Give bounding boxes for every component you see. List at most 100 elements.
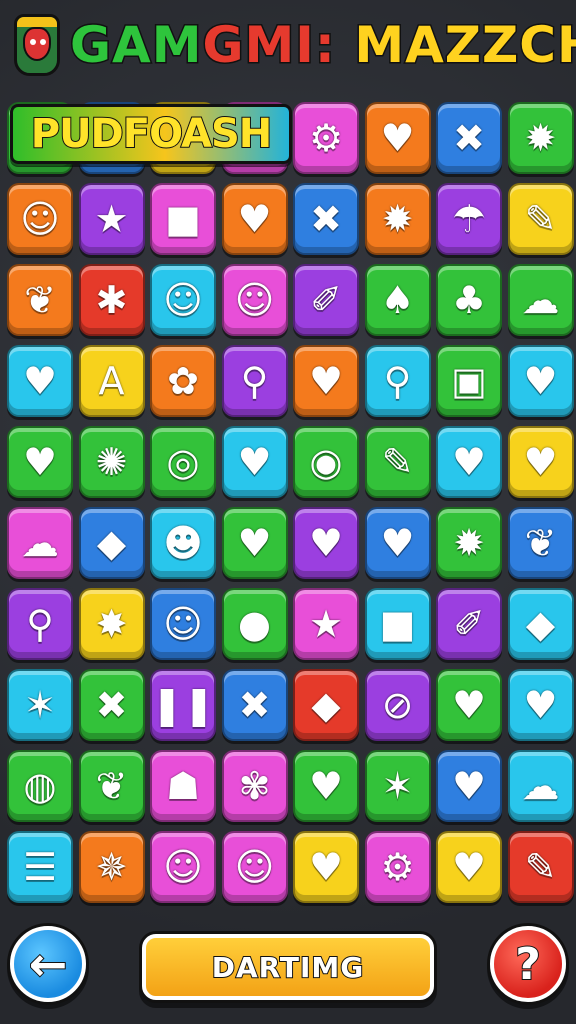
- star-icon: ✹: [524, 116, 557, 160]
- game-tile[interactable]: ✺: [78, 426, 145, 498]
- game-tile[interactable]: ♥: [293, 507, 359, 579]
- heart-icon: ♥: [22, 359, 58, 403]
- asterisk-icon: ✱: [95, 278, 128, 322]
- help-button[interactable]: ?: [490, 926, 566, 1002]
- game-tile[interactable]: ❦: [507, 507, 574, 579]
- game-tile[interactable]: ⚙: [364, 831, 431, 903]
- game-tile[interactable]: ☺: [150, 588, 216, 660]
- game-tile[interactable]: ✖: [78, 669, 145, 741]
- game-tile[interactable]: ✾: [221, 750, 288, 822]
- game-tile[interactable]: ♥: [364, 507, 431, 579]
- game-tile[interactable]: ⚙: [293, 102, 359, 174]
- game-tile[interactable]: ✸: [78, 588, 145, 660]
- star-icon: ✶: [24, 683, 56, 727]
- game-tile[interactable]: ✵: [78, 831, 145, 903]
- game-tile[interactable]: ✖: [221, 669, 288, 741]
- leaf-icon: ❦: [95, 764, 128, 808]
- game-tile[interactable]: ◆: [507, 588, 574, 660]
- game-tile[interactable]: ✶: [7, 669, 73, 741]
- start-button[interactable]: DARTIMG: [142, 934, 434, 1000]
- game-tile[interactable]: ☂: [436, 183, 502, 255]
- game-tile[interactable]: ⚲: [364, 345, 431, 417]
- game-tile[interactable]: ✎: [507, 183, 574, 255]
- game-tile[interactable]: ☺: [221, 264, 288, 336]
- game-tile[interactable]: ⊘: [364, 669, 431, 741]
- game-tile[interactable]: ▣: [436, 345, 502, 417]
- game-tile[interactable]: A: [78, 345, 145, 417]
- game-tile[interactable]: ◍: [7, 750, 73, 822]
- heart-icon: ♥: [523, 440, 558, 484]
- game-tile[interactable]: ✖: [436, 102, 502, 174]
- game-tile[interactable]: ♥: [507, 345, 574, 417]
- game-tile[interactable]: ☺: [150, 264, 216, 336]
- game-tile[interactable]: ◆: [78, 507, 145, 579]
- game-tile[interactable]: ♥: [436, 669, 502, 741]
- title-part-1: GAM: [69, 15, 203, 76]
- game-tile[interactable]: ◆: [293, 669, 359, 741]
- game-tile[interactable]: ♥: [293, 831, 359, 903]
- game-tile[interactable]: ✐: [436, 588, 502, 660]
- game-tile[interactable]: ☻: [150, 507, 216, 579]
- game-tile[interactable]: ☁: [507, 750, 574, 822]
- speech-bubble-icon: ◆: [525, 602, 556, 646]
- game-tile[interactable]: ◉: [293, 426, 359, 498]
- game-tile[interactable]: ☁: [7, 507, 73, 579]
- game-tile[interactable]: ♥: [221, 507, 288, 579]
- bone-icon: ✐: [310, 278, 342, 322]
- game-tile[interactable]: ♥: [436, 426, 502, 498]
- game-tile[interactable]: ♠: [364, 264, 431, 336]
- cat-face-icon: ☺: [234, 845, 275, 889]
- game-tile[interactable]: ♥: [7, 345, 73, 417]
- game-tile[interactable]: ■: [150, 183, 216, 255]
- heart-icon: ♥: [237, 440, 272, 484]
- game-tile[interactable]: ★: [293, 588, 359, 660]
- game-tile[interactable]: ♥: [364, 102, 431, 174]
- heart-icon: ♥: [523, 359, 558, 403]
- game-tile[interactable]: ♥: [7, 426, 73, 498]
- game-tile[interactable]: ♥: [507, 426, 574, 498]
- game-tile[interactable]: ♥: [293, 750, 359, 822]
- game-tile[interactable]: ♣: [436, 264, 502, 336]
- heart-icon: ♥: [451, 683, 487, 727]
- game-tile[interactable]: ☗: [150, 750, 216, 822]
- heart-icon: ♥: [237, 521, 272, 565]
- game-tile[interactable]: ■: [364, 588, 431, 660]
- ball-icon: ◍: [23, 764, 57, 808]
- game-tile[interactable]: ☺: [7, 183, 73, 255]
- game-tile[interactable]: ✎: [364, 426, 431, 498]
- game-tile[interactable]: ⚲: [7, 588, 73, 660]
- game-tile[interactable]: ✱: [78, 264, 145, 336]
- map-pin-icon: ◉: [309, 440, 343, 484]
- game-tile[interactable]: ●: [221, 588, 288, 660]
- game-tile[interactable]: ♥: [221, 183, 288, 255]
- game-tile[interactable]: ✶: [364, 750, 431, 822]
- game-tile[interactable]: ☺: [150, 831, 216, 903]
- game-tile[interactable]: ◎: [150, 426, 216, 498]
- game-tile[interactable]: ★: [78, 183, 145, 255]
- game-tile[interactable]: ⚲: [221, 345, 288, 417]
- game-tile[interactable]: ✖: [293, 183, 359, 255]
- cat-face-icon: ☺: [234, 278, 275, 322]
- game-tile[interactable]: ✹: [364, 183, 431, 255]
- game-tile[interactable]: ✐: [293, 264, 359, 336]
- game-tile[interactable]: ♥: [507, 669, 574, 741]
- game-tile[interactable]: ❦: [7, 264, 73, 336]
- fruit-face-icon: ☺: [20, 197, 60, 241]
- game-tile[interactable]: ♥: [436, 750, 502, 822]
- game-tile[interactable]: ❚❚: [150, 669, 216, 741]
- bird-icon: ☻: [163, 521, 203, 565]
- game-tile[interactable]: ☺: [221, 831, 288, 903]
- gear-icon: ⚙: [380, 845, 415, 889]
- game-tile[interactable]: ✹: [507, 102, 574, 174]
- game-tile[interactable]: ☁: [507, 264, 574, 336]
- game-tile[interactable]: ♥: [436, 831, 502, 903]
- game-tile[interactable]: ✹: [436, 507, 502, 579]
- game-tile[interactable]: ✿: [150, 345, 216, 417]
- game-tile[interactable]: ❦: [78, 750, 145, 822]
- game-tile[interactable]: ✎: [507, 831, 574, 903]
- splat-icon: ✺: [95, 440, 128, 484]
- game-tile[interactable]: ☰: [7, 831, 73, 903]
- back-button[interactable]: ←: [10, 926, 86, 1002]
- game-tile[interactable]: ♥: [293, 345, 359, 417]
- game-tile[interactable]: ♥: [221, 426, 288, 498]
